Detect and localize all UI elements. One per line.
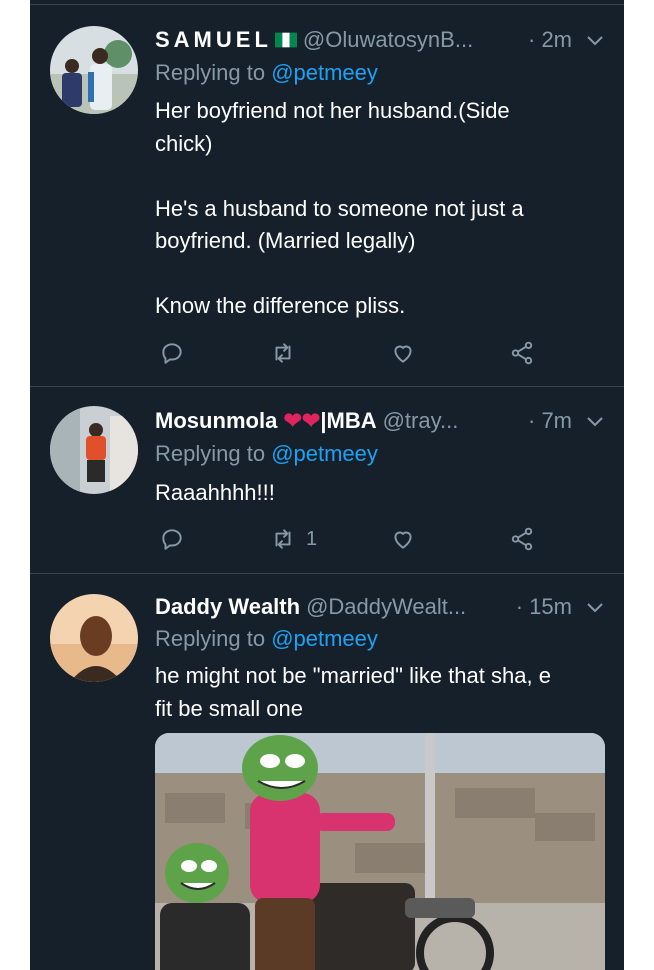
avatar-samuel[interactable] (50, 26, 138, 114)
tweet-divider (30, 386, 624, 387)
avatar-mosunmola[interactable] (50, 406, 138, 494)
user-handle[interactable]: @OluwatosynB... (303, 27, 473, 53)
text-line: He's a husband to someone not just a (155, 195, 524, 221)
retweet-icon (275, 343, 291, 363)
tweet-1[interactable]: SAMUEL @OluwatosynB... · 2m Replying to … (30, 0, 624, 388)
text-line: chick) (155, 130, 213, 156)
avatar-daddy-wealth[interactable] (50, 594, 138, 682)
replying-label: Replying to (155, 626, 272, 651)
display-name[interactable]: Daddy Wealth (155, 594, 300, 620)
text-line: Know the difference pliss. (155, 293, 406, 318)
tweet-text: Her boyfriend not her husband.(Side chic… (155, 95, 606, 323)
replying-to: Replying to @petmeey (155, 441, 378, 467)
chevron-down-icon[interactable] (586, 412, 604, 430)
reply-icon (162, 343, 182, 364)
tweet-header: Mosunmola ❤❤|MBA @tray... · 7m (155, 406, 604, 436)
display-name[interactable]: Mosunmola ❤❤|MBA (155, 408, 377, 434)
user-handle[interactable]: @DaddyWealt... (306, 594, 466, 620)
share-icon (511, 341, 533, 365)
user-handle[interactable]: @tray... (383, 408, 459, 434)
replying-to-link[interactable]: @petmeey (271, 441, 378, 466)
tweet-media-image[interactable] (155, 733, 605, 970)
reply-button[interactable] (159, 526, 185, 552)
replying-to: Replying to @petmeey (155, 60, 378, 86)
timestamp[interactable]: · 7m (528, 408, 572, 434)
text-line: Raaahhhh!!! (155, 480, 275, 505)
chevron-down-icon[interactable] (586, 31, 604, 49)
retweet-button[interactable]: 1 (270, 526, 317, 552)
action-bar: 1 (155, 526, 575, 554)
reply-icon (162, 529, 182, 550)
tweet-header: Daddy Wealth @DaddyWealt... · 15m (155, 592, 604, 622)
like-button[interactable] (390, 340, 416, 366)
reply-button[interactable] (159, 340, 185, 366)
replying-label: Replying to (155, 441, 272, 466)
action-bar (155, 340, 575, 368)
tweet-header: SAMUEL @OluwatosynB... · 2m (155, 25, 604, 55)
chevron-down-icon[interactable] (586, 598, 604, 616)
tweet-text: he might not be "married" like that sha,… (155, 660, 606, 725)
like-icon (394, 345, 412, 363)
timestamp[interactable]: · 15m (516, 594, 572, 620)
share-icon (511, 527, 533, 551)
retweet-icon (275, 529, 291, 549)
timeline: SAMUEL @OluwatosynB... · 2m Replying to … (30, 0, 624, 970)
display-name[interactable]: SAMUEL (155, 27, 272, 53)
text-line: boyfriend. (Married legally) (155, 228, 416, 253)
like-icon (394, 531, 412, 549)
like-button[interactable] (390, 526, 416, 552)
share-button[interactable] (509, 340, 535, 366)
replying-to-link[interactable]: @petmeey (271, 626, 378, 651)
retweet-count: 1 (306, 527, 318, 550)
replying-to: Replying to @petmeey (155, 626, 378, 652)
nigeria-flag-icon (274, 32, 297, 48)
tweet-text: Raaahhhh!!! (155, 477, 606, 510)
text-line: fit be small one (155, 695, 303, 721)
share-button[interactable] (509, 526, 535, 552)
retweet-button[interactable] (270, 340, 296, 366)
text-line: he might not be "married" like that sha,… (155, 663, 551, 688)
timestamp[interactable]: · 2m (528, 27, 572, 53)
replying-to-link[interactable]: @petmeey (271, 60, 378, 85)
replying-label: Replying to (155, 60, 272, 85)
tweet-2[interactable]: Mosunmola ❤❤|MBA @tray... · 7m Replying … (30, 388, 624, 574)
text-line: Her boyfriend not her husband.(Side (155, 98, 510, 123)
